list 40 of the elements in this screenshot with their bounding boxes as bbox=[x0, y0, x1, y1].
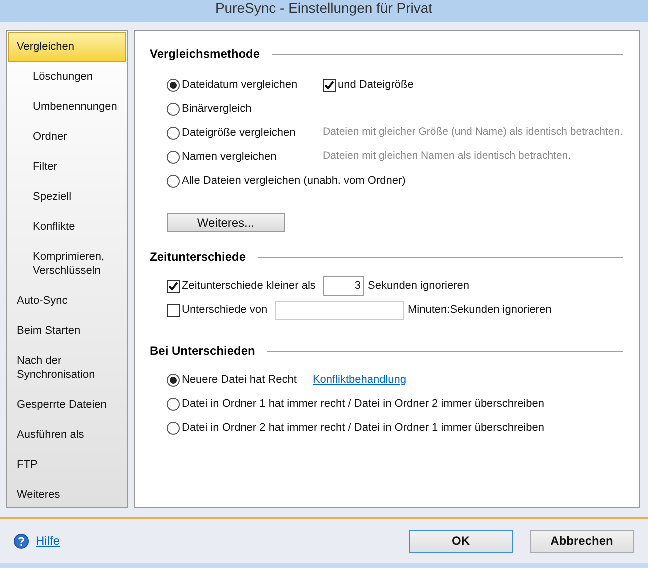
option-label: Neuere Datei hat Recht bbox=[182, 372, 297, 388]
window-title: PureSync - Einstellungen für Privat bbox=[215, 0, 433, 16]
section-heading: Zeitunterschiede bbox=[150, 249, 246, 266]
dialog-button[interactable]: Abbrechen bbox=[530, 530, 634, 552]
option-label: Dateidatum vergleichen bbox=[182, 78, 298, 93]
hint-text: Dateien mit gleichen Namen als identisch betrachten. bbox=[323, 149, 572, 164]
input-field[interactable]: 3 bbox=[323, 276, 364, 296]
section-heading: Vergleichsmethode bbox=[150, 46, 260, 63]
option-label: Dateigröße vergleichen bbox=[182, 126, 296, 141]
sidebar-item[interactable]: Ausführen als bbox=[8, 420, 126, 450]
sidebar-item[interactable]: Filter bbox=[8, 152, 126, 182]
help-link[interactable]: Hilfe bbox=[36, 532, 60, 550]
sidebar-item[interactable]: Löschungen bbox=[8, 62, 126, 92]
section-heading: Bei Unterschieden bbox=[150, 343, 256, 360]
sidebar-item[interactable]: Umbenennungen bbox=[8, 92, 126, 122]
option-label: Datei in Ordner 1 hat immer recht / Datei in Ordner 2 immer überschreiben bbox=[182, 396, 545, 412]
sidebar-item[interactable]: Vergleichen bbox=[8, 32, 126, 62]
option-label: Binärvergleich bbox=[182, 102, 252, 117]
dialog-button[interactable]: OK bbox=[409, 530, 513, 552]
conflict-link[interactable]: Konfliktbehandlung bbox=[312, 372, 407, 388]
sidebar-item[interactable]: Nach der Synchronisation bbox=[8, 346, 126, 390]
sidebar-item[interactable]: FTP bbox=[8, 450, 126, 480]
sidebar-item[interactable]: Speziell bbox=[8, 182, 126, 212]
option-label: Alle Dateien vergleichen (unabh. vom Ordner) bbox=[182, 174, 406, 189]
checkbox-label: Unterschiede von bbox=[182, 302, 268, 318]
sidebar-item[interactable]: Beim Starten bbox=[8, 316, 126, 346]
sidebar-item[interactable]: Ordner bbox=[8, 122, 126, 152]
hint-text: Dateien mit gleicher Größe (und Name) als identisch betrachten. bbox=[323, 125, 623, 140]
sidebar-item[interactable]: Weiteres bbox=[8, 480, 126, 510]
option-label: Datei in Ordner 2 hat immer recht / Datei in Ordner 1 immer überschreiben bbox=[182, 420, 545, 436]
unit-label: Minuten:Sekunden ignorieren bbox=[408, 302, 552, 318]
unit-label: Sekunden ignorieren bbox=[368, 278, 470, 294]
sidebar-item[interactable]: Konflikte bbox=[8, 212, 126, 242]
checkbox-label: und Dateigröße bbox=[338, 78, 414, 93]
sidebar-item[interactable]: Komprimieren, Verschlüsseln bbox=[8, 242, 126, 286]
sidebar-item[interactable]: Auto-Sync bbox=[8, 286, 126, 316]
more-button[interactable]: Weiteres... bbox=[167, 213, 285, 232]
option-label: Namen vergleichen bbox=[182, 150, 277, 165]
checkbox-label: Zeitunterschiede kleiner als bbox=[182, 278, 316, 294]
sidebar-item[interactable]: Gesperrte Dateien bbox=[8, 390, 126, 420]
